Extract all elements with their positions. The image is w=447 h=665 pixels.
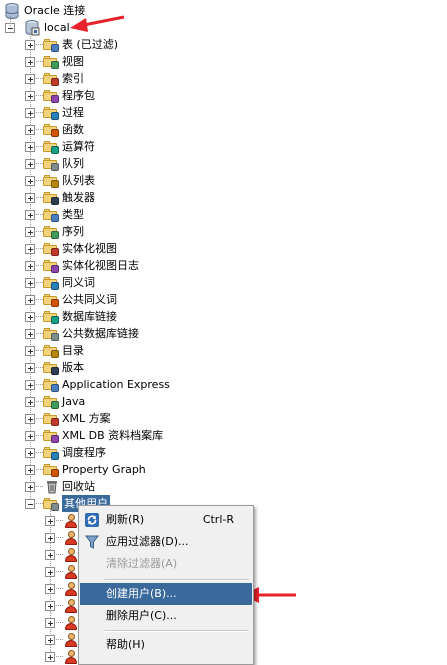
menu-separator (105, 630, 249, 632)
menu-item-label: 创建用户(B)... (106, 587, 177, 600)
menu-item-label: 应用过滤器(D)... (106, 535, 189, 548)
menu-item-drop-user[interactable]: 删除用户(C)... (80, 605, 252, 627)
menu-item-shortcut: Ctrl-R (202, 513, 234, 526)
menu-item-label: 刷新(R) (106, 513, 145, 526)
menu-item-create-user[interactable]: 创建用户(B)... (80, 583, 252, 605)
menu-item-clear-filter[interactable]: 清除过滤器(A) (80, 553, 252, 575)
menu-item-label: 清除过滤器(A) (106, 557, 178, 570)
menu-item-refresh[interactable]: 刷新(R) Ctrl-R (80, 509, 252, 531)
menu-item-label: 删除用户(C)... (106, 609, 177, 622)
refresh-icon (85, 513, 99, 527)
annotation-arrow-connection (70, 15, 125, 32)
menu-separator (105, 579, 249, 581)
menu-item-label: 帮助(H) (106, 638, 145, 651)
filter-icon (85, 535, 99, 549)
context-menu: 刷新(R) Ctrl-R 应用过滤器(D)... 清除过滤器(A) 创建用户(B… (78, 505, 254, 665)
menu-item-apply-filter[interactable]: 应用过滤器(D)... (80, 531, 252, 553)
menu-item-help[interactable]: 帮助(H) (80, 634, 252, 656)
